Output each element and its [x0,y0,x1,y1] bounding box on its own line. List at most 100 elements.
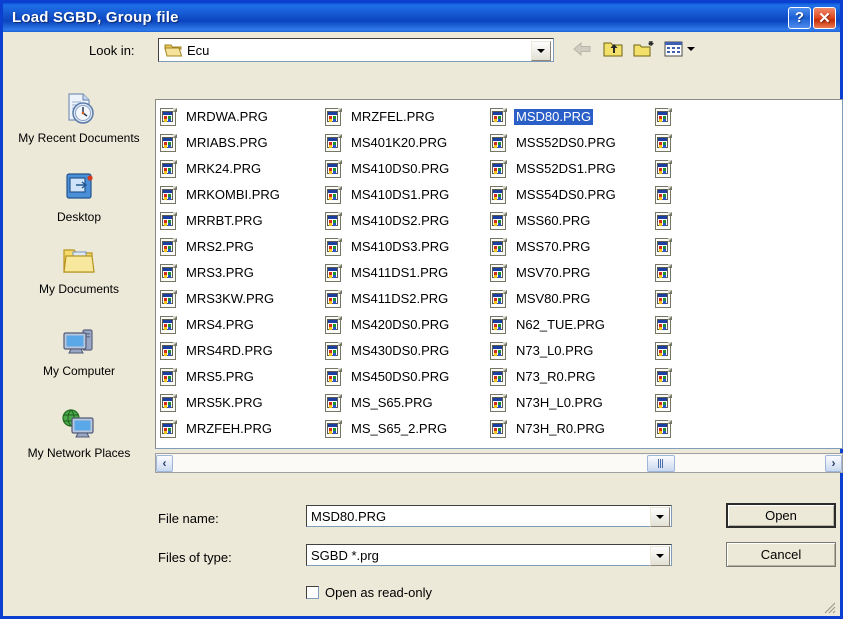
file-list-item[interactable]: N73_L0.PRG [490,338,655,364]
file-name-label: MS410DS2.PRG [351,213,450,228]
file-list-item[interactable] [655,260,820,286]
close-button[interactable]: ✕ [813,6,836,29]
file-list-item[interactable] [655,286,820,312]
file-list-item[interactable]: MRIABS.PRG [160,130,325,156]
file-list-item[interactable]: MS430DS0.PRG [325,338,490,364]
file-list-item[interactable]: MRRBT.PRG [160,208,325,234]
file-list-item[interactable]: MRS3.PRG [160,260,325,286]
file-list-item[interactable]: MSS52DS1.PRG [490,156,655,182]
file-list-item[interactable] [655,312,820,338]
file-list-item[interactable] [655,156,820,182]
horizontal-scrollbar[interactable]: ‹ › [155,453,843,473]
file-list-item[interactable]: MRZFEH.PRG [160,416,325,442]
sidebar-item-label: My Documents [38,282,120,296]
file-list-item[interactable]: MS410DS1.PRG [325,182,490,208]
file-list-item[interactable]: MS410DS0.PRG [325,156,490,182]
file-list-item[interactable]: N73H_L0.PRG [490,390,655,416]
file-list-item[interactable]: MSD80.PRG [490,104,655,130]
file-name-label: MS411DS1.PRG [351,265,449,280]
sidebar-item-label: My Network Places [27,446,131,460]
prg-file-icon [655,367,674,387]
filetype-select[interactable]: SGBD *.prg [306,544,672,566]
file-list-item[interactable]: MS401K20.PRG [325,130,490,156]
prg-file-icon [325,237,344,257]
lookin-row: Look in: Ecu [3,32,843,72]
file-list-item[interactable]: MSV70.PRG [490,260,655,286]
sidebar-item-my-recent-documents[interactable]: My Recent Documents [11,91,147,170]
file-list-item[interactable]: MS411DS2.PRG [325,286,490,312]
scroll-right-icon[interactable]: › [825,454,842,472]
file-list-item[interactable]: MRS4RD.PRG [160,338,325,364]
file-list-item[interactable] [655,364,820,390]
file-list-item[interactable]: MSS54DS0.PRG [490,182,655,208]
sidebar-item-my-computer[interactable]: My Computer [11,324,147,406]
back-button[interactable] [569,36,595,62]
open-readonly-checkbox[interactable] [306,586,319,599]
sidebar-item-desktop[interactable]: Desktop [11,170,147,242]
prg-file-icon [160,185,179,205]
file-list-item[interactable]: MSS52DS0.PRG [490,130,655,156]
views-menu-icon[interactable] [662,36,696,62]
file-name-label: MRZFEH.PRG [186,421,272,436]
file-list-item[interactable] [655,182,820,208]
scrollbar-track[interactable] [173,454,825,472]
file-list-item[interactable]: MRZFEL.PRG [325,104,490,130]
file-list-item[interactable]: MRKOMBI.PRG [160,182,325,208]
file-list-item[interactable] [655,130,820,156]
filename-dropdown-icon[interactable] [650,507,670,527]
file-list-item[interactable]: MS_S65.PRG [325,390,490,416]
desktop-icon [59,170,99,208]
file-list-item[interactable]: MS410DS3.PRG [325,234,490,260]
file-list-item[interactable]: N73H_R0.PRG [490,416,655,442]
places-bar: My Recent Documents Desktop My Documents… [11,91,147,489]
file-list-item[interactable]: MS450DS0.PRG [325,364,490,390]
file-name-label [679,187,687,203]
file-list-item[interactable]: MSV80.PRG [490,286,655,312]
file-list-view[interactable]: MRDWA.PRG MRIABS.PRG MRK24.PRG MRKOMBI.PRG M… [155,99,843,449]
help-button[interactable]: ? [788,6,811,29]
sidebar-item-my-network-places[interactable]: My Network Places [11,406,147,485]
prg-file-icon [655,107,674,127]
title-bar[interactable]: Load SGBD, Group file ? ✕ [3,3,840,32]
prg-file-icon [490,185,509,205]
file-list-item[interactable] [655,104,820,130]
file-list-item[interactable]: MRS2.PRG [160,234,325,260]
file-list-item[interactable]: MS411DS1.PRG [325,260,490,286]
file-list-item[interactable] [655,390,820,416]
prg-file-icon [490,341,509,361]
up-folder-icon[interactable] [600,36,626,62]
cancel-button[interactable]: Cancel [726,542,836,567]
file-list-item[interactable]: MRS5K.PRG [160,390,325,416]
file-list-item[interactable]: MS_S65_2.PRG [325,416,490,442]
open-button[interactable]: Open [726,503,836,528]
open-readonly-row[interactable]: Open as read-only [306,585,432,600]
chevron-down-icon[interactable] [531,41,551,61]
file-list-item[interactable]: MRDWA.PRG [160,104,325,130]
file-list-item[interactable] [655,234,820,260]
file-list-item[interactable]: MS410DS2.PRG [325,208,490,234]
file-name-label: MSD80.PRG [514,109,594,125]
sidebar-item-my-documents[interactable]: My Documents [11,242,147,324]
file-list-item[interactable]: MSS60.PRG [490,208,655,234]
resize-grip[interactable] [824,601,836,614]
scroll-left-icon[interactable]: ‹ [156,454,173,472]
filetype-dropdown-icon[interactable] [650,546,670,566]
network-places-icon [59,406,99,444]
file-list-item[interactable]: MRS5.PRG [160,364,325,390]
file-list-item[interactable]: MSS70.PRG [490,234,655,260]
prg-file-icon [490,393,509,413]
file-list-item[interactable]: MS420DS0.PRG [325,312,490,338]
file-list-item[interactable]: N62_TUE.PRG [490,312,655,338]
file-list-item[interactable]: N73_R0.PRG [490,364,655,390]
lookin-combobox[interactable]: Ecu [158,38,554,62]
file-list-item[interactable] [655,338,820,364]
file-list-item[interactable]: MRS4.PRG [160,312,325,338]
file-list-item[interactable] [655,208,820,234]
prg-file-icon [160,263,179,283]
filename-input[interactable]: MSD80.PRG [306,505,672,527]
file-list-item[interactable]: MRS3KW.PRG [160,286,325,312]
file-list-item[interactable] [655,416,820,442]
new-folder-icon[interactable] [631,36,657,62]
scrollbar-thumb[interactable] [647,454,675,472]
file-list-item[interactable]: MRK24.PRG [160,156,325,182]
